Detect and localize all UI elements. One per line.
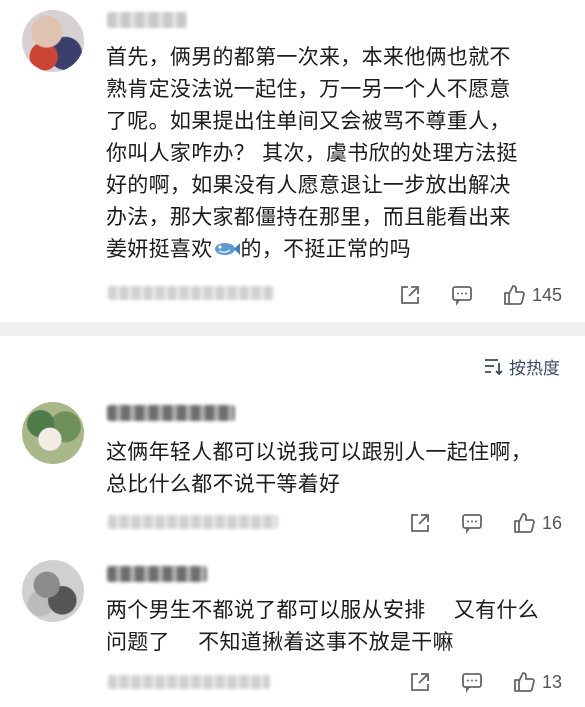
comment-text: 首先，俩男的都第一次来，本来他俩也就不 熟肯定没法说一起住，万一另一个人不愿意 … (106, 41, 566, 265)
like-count: 145 (532, 285, 563, 305)
comment-meta: █████████ (108, 675, 270, 689)
like-count: 13 (542, 672, 563, 692)
sort-icon (485, 359, 503, 375)
username[interactable]: █████ (107, 566, 207, 582)
comment-meta: ████████████ (108, 515, 278, 529)
thumbs-up-icon[interactable] (512, 511, 536, 535)
like-count: 16 (542, 513, 563, 533)
comment-meta: ███████████ (108, 286, 274, 300)
avatar[interactable] (22, 10, 84, 72)
username[interactable]: ██████ (107, 12, 187, 28)
fish-emoji (214, 243, 240, 255)
sort-by-hot-button[interactable]: 按热度 (483, 354, 560, 379)
comment-icon[interactable] (450, 283, 474, 307)
share-icon[interactable] (408, 511, 432, 535)
share-icon[interactable] (398, 283, 422, 307)
share-icon[interactable] (408, 670, 432, 694)
thumbs-up-icon[interactable] (502, 283, 526, 307)
comment-text: 两个男生不都说了都可以服从安排 又有什么 问题了 不知道揪着这事不放是干嘛 (106, 598, 539, 654)
comment-icon[interactable] (460, 511, 484, 535)
username[interactable]: ███████ (107, 405, 235, 421)
comment-text-tail: 的，不挺正常的吗 (240, 237, 411, 261)
avatar[interactable] (22, 402, 84, 464)
sort-label: 按热度 (509, 358, 560, 379)
thumbs-up-icon[interactable] (512, 670, 536, 694)
comment-icon[interactable] (460, 670, 484, 694)
comment-text-main: 首先，俩男的都第一次来，本来他俩也就不 熟肯定没法说一起住，万一另一个人不愿意 … (106, 45, 518, 261)
section-divider (0, 322, 585, 336)
avatar[interactable] (22, 560, 84, 622)
comment-text: 这俩年轻人都可以说我可以跟别人一起住啊， 总比什么都不说干等着好 (106, 440, 532, 496)
